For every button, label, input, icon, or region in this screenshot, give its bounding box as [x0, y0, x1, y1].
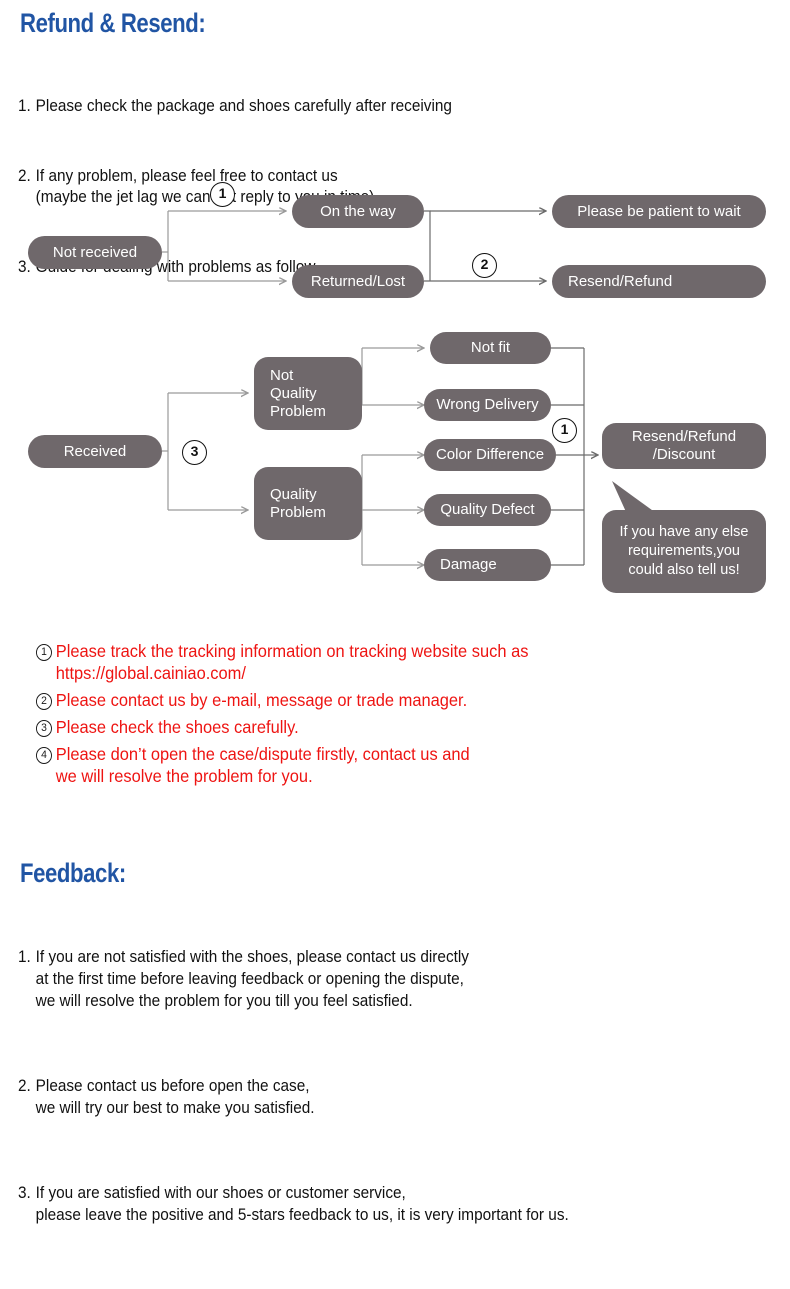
flow-node-quality-problem: Quality Problem — [254, 467, 362, 540]
flow-speech-bubble: If you have any else requirements,you co… — [602, 510, 766, 593]
red-note-text: Please check the shoes carefully. — [55, 717, 299, 737]
flow-node-not-received: Not received — [28, 236, 162, 269]
red-note-text: Please contact us by e-mail, message or … — [55, 690, 468, 710]
list-item-number: 1. — [18, 948, 31, 966]
list-item-number: 2. — [18, 167, 31, 185]
red-note-item: 4 Please don’t open the case/dispute fir… — [36, 743, 528, 787]
flow-marker-3: 3 — [182, 440, 207, 465]
flow-node-quality-defect: Quality Defect — [424, 494, 551, 526]
flow-node-not-quality-problem: Not Quality Problem — [254, 357, 362, 430]
list-item: 2. Please contact us before open the cas… — [18, 1075, 569, 1119]
flow-node-not-fit: Not fit — [430, 332, 551, 364]
flow-marker-1: 1 — [210, 182, 235, 207]
list-item: 3. If you are satisfied with our shoes o… — [18, 1182, 569, 1226]
list-item-number: 1. — [18, 97, 31, 115]
red-note-item: 2 Please contact us by e-mail, message o… — [36, 689, 528, 711]
red-note-item: 1 Please track the tracking information … — [36, 640, 528, 684]
list-item-text: Please check the package and shoes caref… — [35, 97, 452, 115]
flow-node-resend-refund: Resend/Refund — [552, 265, 766, 298]
red-note-number: 2 — [36, 689, 56, 711]
refund-resend-heading: Refund & Resend: — [20, 8, 206, 38]
feedback-heading: Feedback: — [20, 858, 126, 888]
list-item-number: 2. — [18, 1077, 31, 1095]
list-item-text: Please contact us before open the case, … — [35, 1077, 315, 1117]
list-item-text: If you are not satisfied with the shoes,… — [35, 948, 469, 1010]
list-item-text: If you are satisfied with our shoes or c… — [35, 1184, 569, 1224]
feedback-list: 1. If you are not satisfied with the sho… — [18, 902, 569, 1289]
list-item: 1. If you are not satisfied with the sho… — [18, 946, 569, 1012]
flow-node-received: Received — [28, 435, 162, 468]
list-item: 1. Please check the package and shoes ca… — [18, 96, 452, 117]
flow-node-wrong-delivery: Wrong Delivery — [424, 389, 551, 421]
flow-node-damage: Damage — [424, 549, 551, 581]
red-note-number: 1 — [36, 640, 56, 684]
red-note-text: Please don’t open the case/dispute first… — [55, 744, 470, 786]
flow-node-returned-lost: Returned/Lost — [292, 265, 424, 298]
flow-marker-2: 2 — [472, 253, 497, 278]
flow-node-on-the-way: On the way — [292, 195, 424, 228]
red-notes-list: 1 Please track the tracking information … — [36, 640, 528, 792]
red-note-number: 4 — [36, 743, 56, 787]
red-note-number: 3 — [36, 716, 56, 738]
refund-resend-info-page: Refund & Resend: 1. Please check the pac… — [0, 0, 790, 1224]
flow-marker-1-right: 1 — [552, 418, 577, 443]
flow-node-color-difference: Color Difference — [424, 439, 556, 471]
red-note-text: Please track the tracking information on… — [55, 641, 529, 683]
list-item-number: 3. — [18, 1184, 31, 1202]
red-note-item: 3 Please check the shoes carefully. — [36, 716, 528, 738]
flow-node-please-be-patient-to-wait: Please be patient to wait — [552, 195, 766, 228]
flow-node-resend-refund-discount: Resend/Refund /Discount — [602, 423, 766, 469]
